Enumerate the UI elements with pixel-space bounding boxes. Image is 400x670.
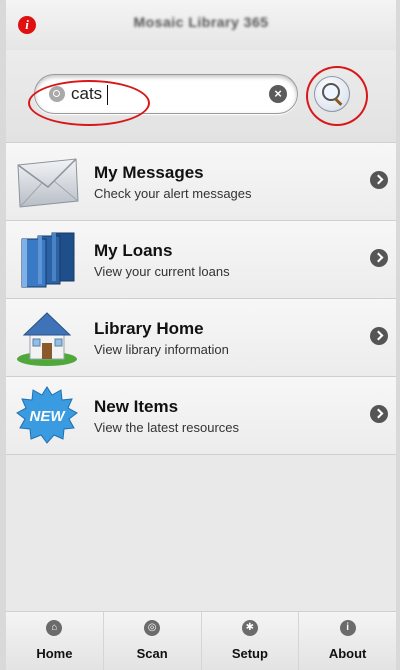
menu-item-my-messages[interactable]: My Messages Check your alert messages (6, 143, 396, 221)
header-title: Mosaic Library 365 (133, 14, 269, 30)
tab-label: Setup (231, 646, 268, 661)
tab-label: About (328, 646, 367, 661)
menu-list: My Messages Check your alert messages My… (6, 143, 396, 455)
new-badge-text: NEW (30, 408, 67, 425)
tab-home[interactable]: ⌂ Home (6, 612, 104, 670)
text-caret (107, 85, 108, 105)
search-button[interactable] (314, 76, 350, 112)
menu-item-title: My Messages (94, 163, 204, 182)
bottom-tab-bar: ⌂ Home ◎ Scan ✱ Setup i About (6, 611, 396, 670)
menu-item-title: Library Home (94, 319, 204, 338)
menu-item-subtitle: View the latest resources (94, 420, 239, 435)
search-box[interactable]: × (34, 74, 298, 114)
books-icon (21, 232, 75, 288)
home-icon: ⌂ (46, 620, 63, 636)
tab-label: Scan (136, 646, 168, 661)
menu-item-new-items[interactable]: NEW New Items View the latest resources (6, 377, 396, 455)
header: i Mosaic Library 365 (6, 0, 396, 50)
menu-item-my-loans[interactable]: My Loans View your current loans (6, 221, 396, 299)
chevron-right-icon (370, 249, 388, 267)
chevron-right-icon (370, 405, 388, 423)
new-badge-icon: NEW (16, 386, 78, 444)
search-icon (49, 86, 65, 102)
clear-search-button[interactable]: × (269, 85, 287, 103)
menu-item-title: My Loans (94, 241, 173, 260)
tab-label: Home (36, 646, 73, 661)
menu-item-library-home[interactable]: Library Home View library information (6, 299, 396, 377)
search-input[interactable] (71, 81, 251, 107)
house-icon (17, 312, 77, 366)
magnifier-handle (333, 97, 343, 106)
info-icon[interactable]: i (18, 16, 36, 34)
menu-item-title: New Items (94, 397, 179, 416)
tab-about[interactable]: i About (299, 612, 396, 670)
tab-scan[interactable]: ◎ Scan (104, 612, 202, 670)
chevron-right-icon (370, 327, 388, 345)
search-area: × (6, 50, 396, 143)
chevron-right-icon (370, 171, 388, 189)
menu-item-subtitle: Check your alert messages (94, 186, 252, 201)
menu-item-subtitle: View library information (94, 342, 229, 357)
menu-item-subtitle: View your current loans (94, 264, 230, 279)
gear-icon: ✱ (241, 620, 258, 636)
app-screen: i Mosaic Library 365 × (6, 0, 396, 670)
envelope-icon (17, 158, 79, 208)
info-icon: i (339, 620, 356, 636)
tab-setup[interactable]: ✱ Setup (202, 612, 300, 670)
scan-icon: ◎ (144, 620, 161, 636)
